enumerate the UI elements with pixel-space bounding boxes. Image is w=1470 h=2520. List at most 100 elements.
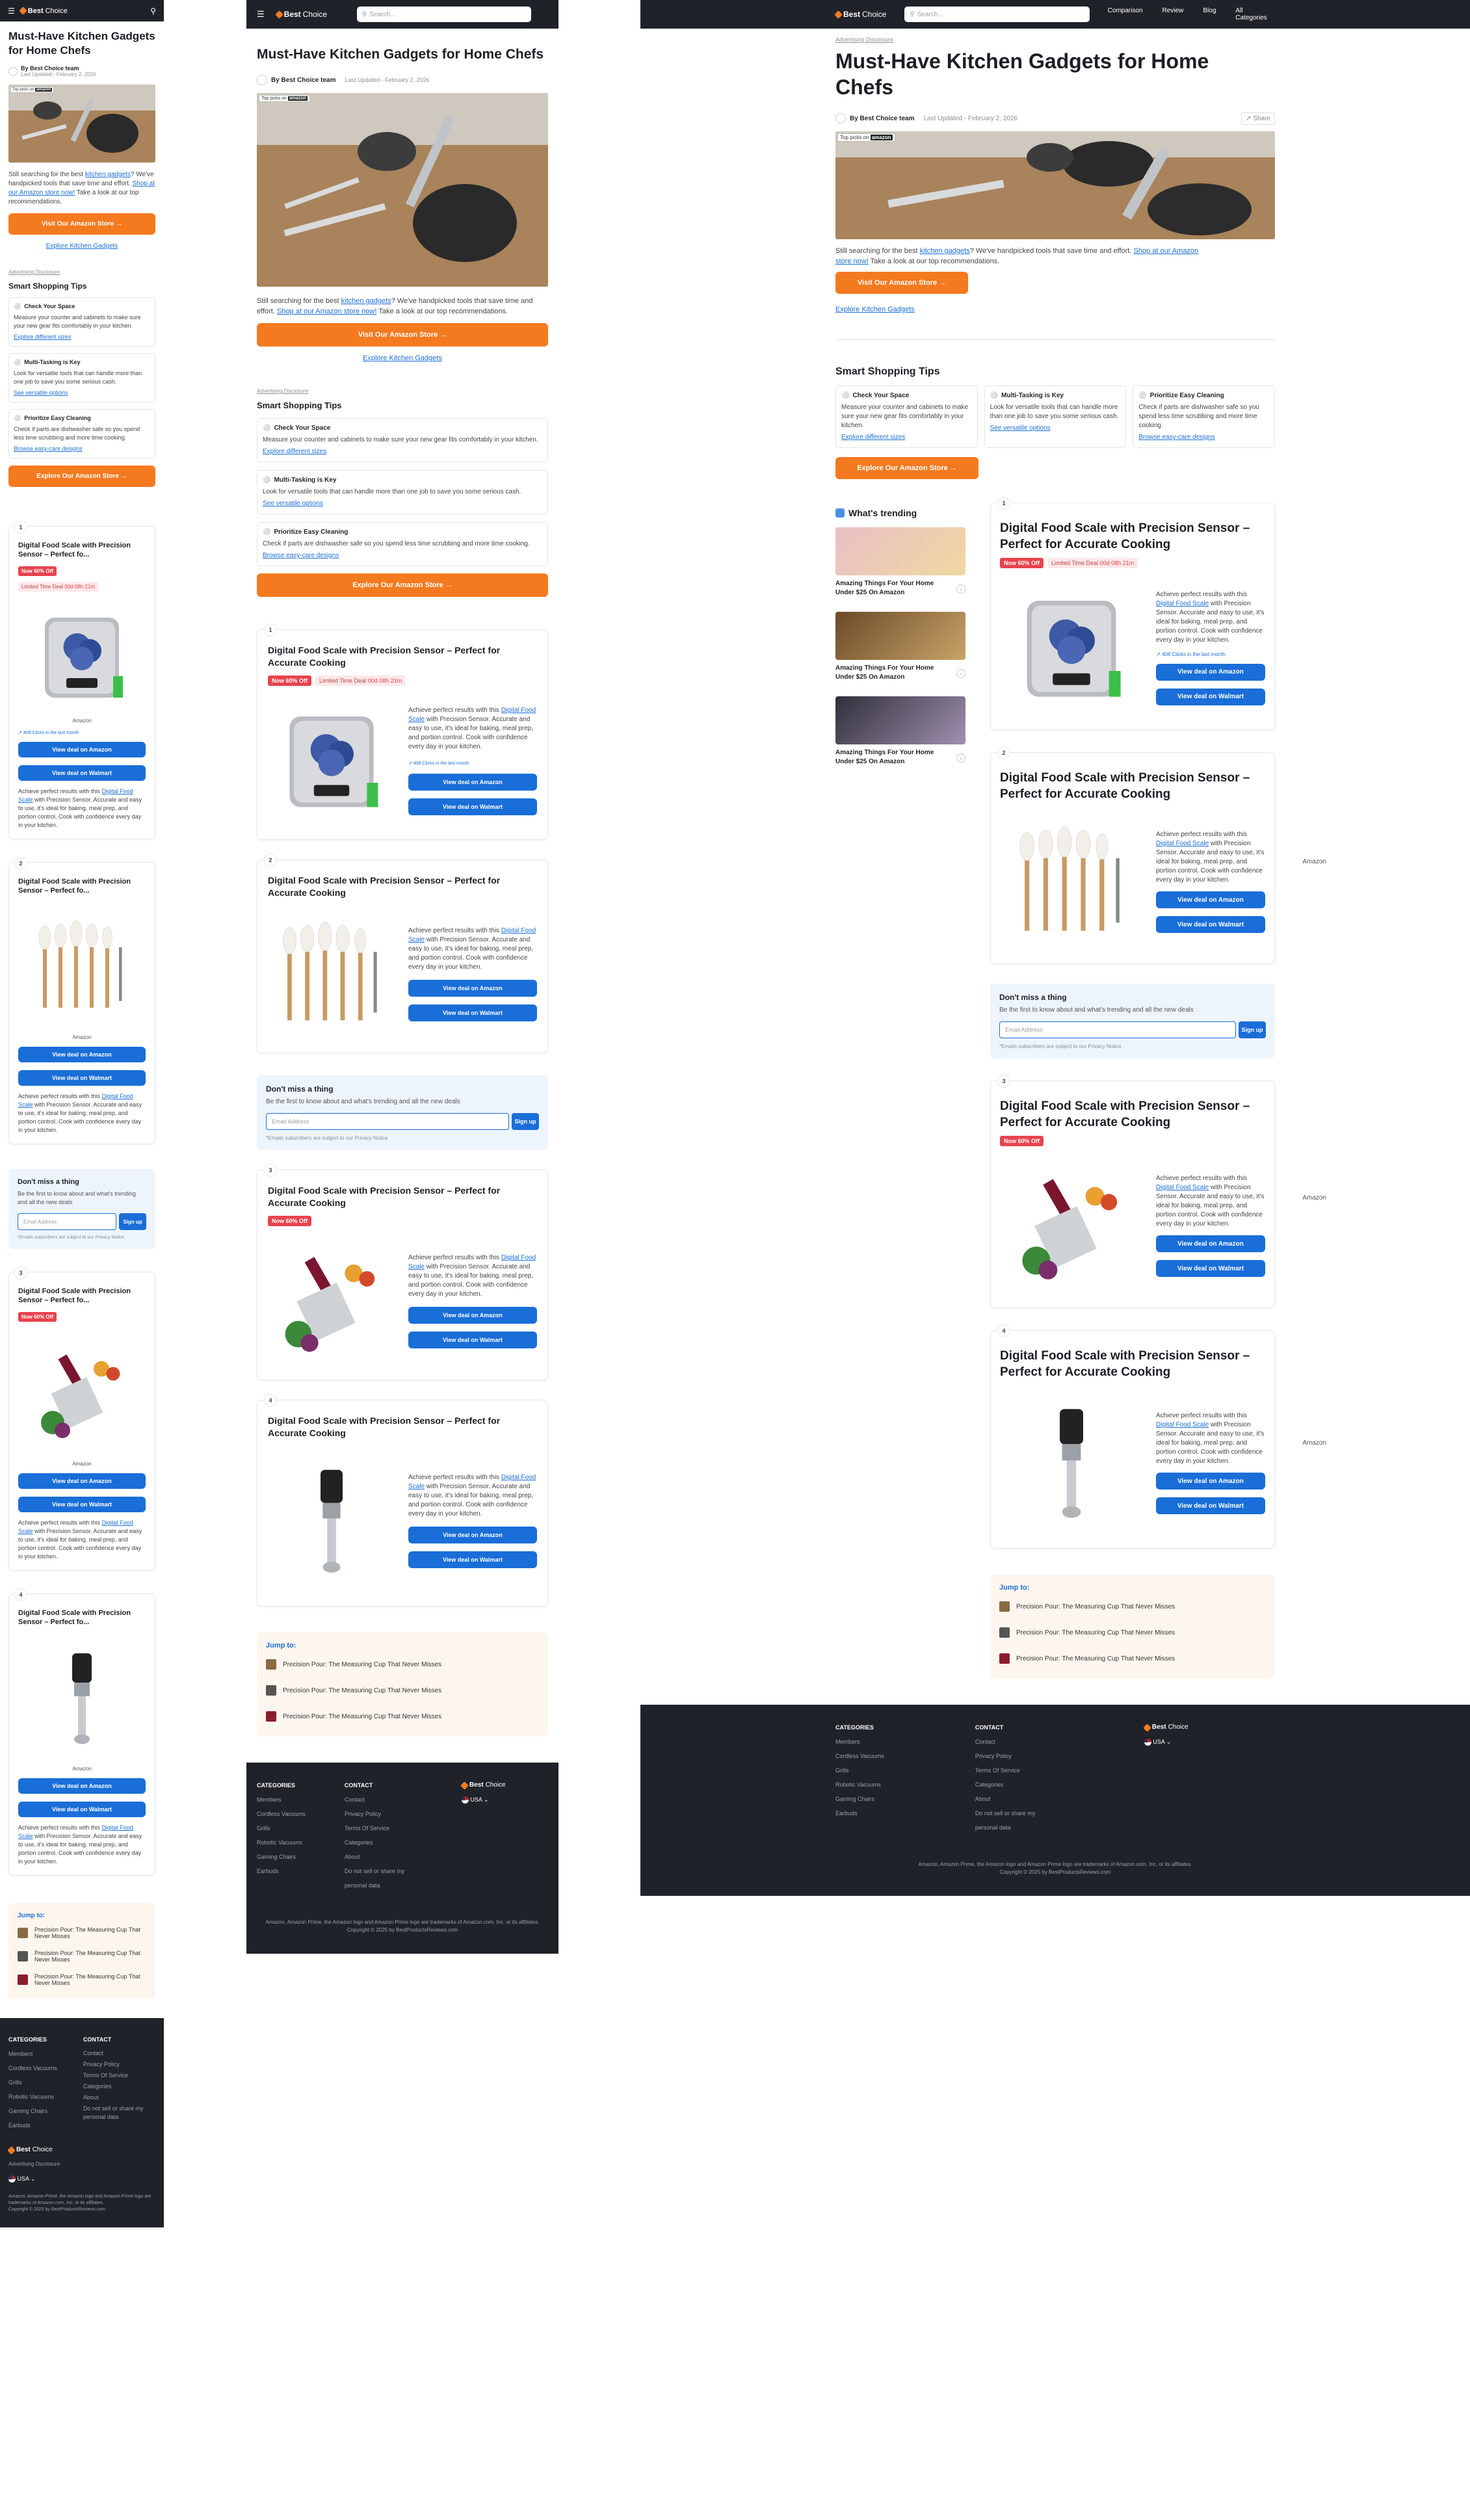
footer-link[interactable]: Members bbox=[257, 1792, 306, 1807]
walmart-deal-button[interactable]: View deal on Walmart bbox=[1156, 688, 1265, 705]
footer-link[interactable]: Categories bbox=[975, 1778, 1053, 1792]
product-image[interactable] bbox=[276, 1446, 387, 1595]
explore-amazon-button[interactable]: Explore Our Amazon Store → bbox=[835, 457, 978, 479]
footer-link[interactable]: Grills bbox=[8, 2075, 57, 2090]
product-link[interactable]: Digital Food Scale bbox=[1156, 600, 1209, 607]
email-input[interactable]: Email Address bbox=[999, 1021, 1236, 1038]
country-select[interactable]: USA ⌄ bbox=[461, 1792, 506, 1807]
amazon-deal-button[interactable]: View deal on Amazon bbox=[18, 1778, 146, 1794]
footer-link[interactable]: Privacy Policy bbox=[345, 1807, 423, 1821]
amazon-deal-button[interactable]: View deal on Amazon bbox=[18, 1473, 146, 1489]
footer-link[interactable]: Do not sell or share my personal data bbox=[345, 1864, 423, 1893]
ad-disclosure[interactable]: Advertising Disclosure bbox=[8, 269, 155, 275]
footer-link[interactable]: Members bbox=[835, 1735, 884, 1749]
walmart-deal-button[interactable]: View deal on Walmart bbox=[18, 1497, 146, 1512]
search-input[interactable]: ⚲ Search... bbox=[357, 7, 532, 22]
product-link[interactable]: Digital Food Scale bbox=[1156, 840, 1209, 847]
product-title[interactable]: Digital Food Scale with Precision Sensor… bbox=[268, 644, 537, 669]
product-title[interactable]: Digital Food Scale with Precision Sensor… bbox=[18, 1287, 146, 1305]
amazon-deal-button[interactable]: View deal on Amazon bbox=[408, 1307, 537, 1324]
product-image[interactable] bbox=[33, 1633, 131, 1763]
trending-item[interactable]: Amazing Things For Your Home Under $25 O… bbox=[835, 696, 965, 767]
amazon-deal-button[interactable]: View deal on Amazon bbox=[408, 774, 537, 791]
amazon-deal-button[interactable]: View deal on Amazon bbox=[408, 980, 537, 997]
kitchen-gadgets-link[interactable]: kitchen gadgets bbox=[341, 297, 391, 305]
product-title[interactable]: Digital Food Scale with Precision Sensor… bbox=[1000, 520, 1265, 553]
footer-link[interactable]: Privacy Policy bbox=[975, 1749, 1053, 1763]
explore-kitchen-link[interactable]: Explore Kitchen Gadgets bbox=[46, 243, 118, 250]
tip-link[interactable]: See versatile options bbox=[990, 425, 1051, 432]
search-icon[interactable]: ⚲ bbox=[150, 7, 156, 16]
footer-link[interactable]: Contact bbox=[975, 1735, 1053, 1749]
signup-button[interactable]: Sign up bbox=[512, 1113, 539, 1130]
footer-link[interactable]: Members bbox=[8, 2047, 57, 2061]
product-title[interactable]: Digital Food Scale with Precision Sensor… bbox=[18, 541, 146, 559]
trending-item[interactable]: Amazing Things For Your Home Under $25 O… bbox=[835, 527, 965, 597]
nav-all-categories[interactable]: All Categories bbox=[1235, 7, 1275, 21]
explore-amazon-button[interactable]: Explore Our Amazon Store → bbox=[8, 466, 155, 487]
tip-link[interactable]: Explore different sizes bbox=[263, 448, 326, 455]
product-image[interactable] bbox=[276, 1233, 387, 1369]
product-title[interactable]: Digital Food Scale with Precision Sensor… bbox=[1000, 1098, 1265, 1131]
product-image[interactable] bbox=[276, 692, 387, 829]
footer-link[interactable]: Terms Of Service bbox=[975, 1763, 1053, 1778]
signup-button[interactable]: Sign up bbox=[1239, 1021, 1266, 1038]
country-select[interactable]: USA ⌄ bbox=[1144, 1735, 1188, 1749]
amazon-store-link[interactable]: Shop at our Amazon store now! bbox=[277, 308, 376, 315]
ad-disclosure[interactable]: Advertising Disclosure bbox=[835, 36, 1275, 43]
footer-link[interactable]: Cordless Vacuums bbox=[8, 2061, 57, 2075]
footer-link[interactable]: Do not sell or share my personal data bbox=[83, 2105, 148, 2121]
visit-amazon-button[interactable]: Visit Our Amazon Store → bbox=[8, 213, 155, 235]
email-input[interactable]: Email Address bbox=[266, 1113, 509, 1130]
visit-amazon-button[interactable]: Visit Our Amazon Store → bbox=[835, 272, 968, 294]
jump-item[interactable]: Precision Pour: The Measuring Cup That N… bbox=[18, 1923, 146, 1943]
footer-logo[interactable]: Best Choice bbox=[460, 1778, 506, 1792]
tip-link[interactable]: Explore different sizes bbox=[841, 434, 905, 441]
walmart-deal-button[interactable]: View deal on Walmart bbox=[1156, 1260, 1265, 1277]
kitchen-gadgets-link[interactable]: kitchen gadgets bbox=[85, 171, 131, 178]
country-select[interactable]: USA ⌄ bbox=[8, 2172, 155, 2186]
product-title[interactable]: Digital Food Scale with Precision Sensor… bbox=[268, 1185, 537, 1209]
footer-disclosure[interactable]: Advertising Disclosure bbox=[8, 2157, 155, 2172]
logo[interactable]: Best Choice bbox=[274, 10, 327, 19]
jump-item[interactable]: Precision Pour: The Measuring Cup That N… bbox=[999, 1595, 1266, 1618]
product-title[interactable]: Digital Food Scale with Precision Sensor… bbox=[18, 1608, 146, 1627]
tip-link[interactable]: Browse easy-care designs bbox=[1138, 434, 1214, 441]
footer-link[interactable]: About bbox=[345, 1850, 423, 1864]
explore-kitchen-link[interactable]: Explore Kitchen Gadgets bbox=[835, 306, 915, 313]
share-button[interactable]: ↗ Share bbox=[1241, 112, 1275, 125]
product-title[interactable]: Digital Food Scale with Precision Sensor… bbox=[1000, 770, 1265, 802]
jump-item[interactable]: Precision Pour: The Measuring Cup That N… bbox=[266, 1705, 539, 1727]
nav-comparison[interactable]: Comparison bbox=[1108, 7, 1143, 21]
nav-blog[interactable]: Blog bbox=[1203, 7, 1216, 21]
walmart-deal-button[interactable]: View deal on Walmart bbox=[1156, 1497, 1265, 1514]
product-image[interactable] bbox=[1013, 1388, 1130, 1538]
ad-disclosure[interactable]: Advertising Disclosure bbox=[257, 388, 548, 394]
footer-link[interactable]: Cordless Vacuums bbox=[257, 1807, 306, 1821]
logo[interactable]: Best Choice bbox=[18, 7, 68, 15]
walmart-deal-button[interactable]: View deal on Walmart bbox=[408, 1332, 537, 1348]
email-input[interactable]: Email Address bbox=[18, 1213, 116, 1230]
walmart-deal-button[interactable]: View deal on Walmart bbox=[1156, 916, 1265, 933]
walmart-deal-button[interactable]: View deal on Walmart bbox=[18, 765, 146, 781]
walmart-deal-button[interactable]: View deal on Walmart bbox=[18, 1070, 146, 1086]
product-link[interactable]: Digital Food Scale bbox=[1156, 1184, 1209, 1191]
jump-item[interactable]: Precision Pour: The Measuring Cup That N… bbox=[266, 1653, 539, 1675]
jump-item[interactable]: Precision Pour: The Measuring Cup That N… bbox=[999, 1647, 1266, 1670]
footer-link[interactable]: Terms Of Service bbox=[345, 1821, 423, 1835]
footer-link[interactable]: Earbuds bbox=[835, 1806, 884, 1820]
footer-link[interactable]: Robotic Vacuums bbox=[8, 2090, 57, 2104]
footer-link[interactable]: Earbuds bbox=[8, 2118, 57, 2133]
footer-link[interactable]: Grills bbox=[835, 1763, 884, 1778]
tip-link[interactable]: Explore different sizes bbox=[14, 334, 71, 340]
footer-link[interactable]: Contact bbox=[345, 1792, 423, 1807]
product-image[interactable] bbox=[1013, 576, 1130, 719]
explore-kitchen-link[interactable]: Explore Kitchen Gadgets bbox=[363, 354, 442, 362]
kitchen-gadgets-link[interactable]: kitchen gadgets bbox=[920, 247, 970, 255]
footer-link[interactable]: Categories bbox=[83, 2082, 148, 2091]
footer-link[interactable]: Gaming Chairs bbox=[257, 1850, 306, 1864]
footer-logo[interactable]: Best Choice bbox=[7, 2143, 155, 2157]
product-title[interactable]: Digital Food Scale with Precision Sensor… bbox=[268, 874, 537, 899]
footer-link[interactable]: Categories bbox=[345, 1835, 423, 1850]
walmart-deal-button[interactable]: View deal on Walmart bbox=[18, 1802, 146, 1817]
